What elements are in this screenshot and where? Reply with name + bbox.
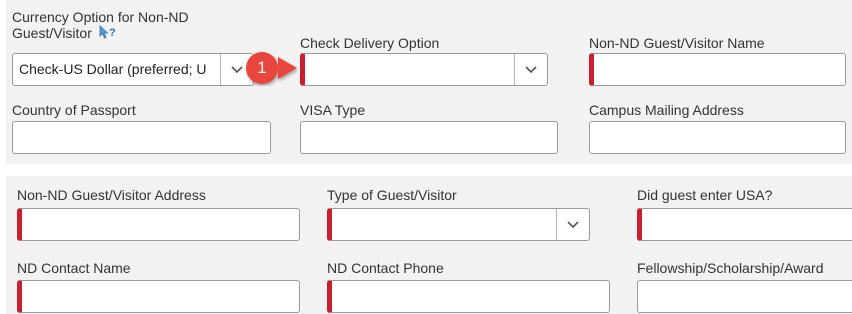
currency-option-label-line2: Guest/Visitor (12, 25, 92, 41)
callout-number: 1 (257, 58, 267, 77)
campus-mailing-label: Campus Mailing Address (589, 102, 744, 118)
guest-address-label: Non-ND Guest/Visitor Address (17, 187, 206, 203)
guest-type-label: Type of Guest/Visitor (327, 187, 457, 203)
contact-phone-input[interactable] (327, 280, 610, 313)
currency-option-select[interactable]: Check-US Dollar (preferred; U (12, 53, 254, 86)
chevron-down-icon[interactable] (514, 54, 547, 85)
check-delivery-label: Check Delivery Option (300, 35, 440, 51)
currency-option-label: Currency Option for Non-ND Guest/Visitor… (12, 9, 222, 42)
check-delivery-select[interactable] (300, 53, 548, 86)
guest-name-label: Non-ND Guest/Visitor Name (589, 35, 765, 51)
guest-type-select[interactable] (327, 208, 590, 241)
chevron-down-icon[interactable] (556, 209, 589, 240)
contact-name-input[interactable] (17, 280, 300, 313)
guest-name-input[interactable] (589, 53, 846, 86)
guest-address-input[interactable] (17, 208, 300, 241)
svg-text:?: ? (109, 27, 116, 39)
campus-mailing-input[interactable] (589, 121, 846, 154)
entered-usa-label: Did guest enter USA? (637, 187, 773, 203)
expense-form: Currency Option for Non-ND Guest/Visitor… (0, 0, 852, 314)
fellowship-input[interactable] (637, 280, 852, 313)
currency-option-value: Check-US Dollar (preferred; U (19, 61, 207, 77)
visa-type-label: VISA Type (300, 102, 366, 118)
country-passport-label: Country of Passport (12, 102, 136, 118)
contact-name-label: ND Contact Name (17, 260, 131, 276)
help-cursor-icon[interactable]: ? (99, 25, 119, 42)
country-passport-input[interactable] (12, 121, 271, 154)
entered-usa-select[interactable] (637, 208, 852, 241)
fellowship-label: Fellowship/Scholarship/Award (637, 260, 824, 276)
contact-phone-label: ND Contact Phone (327, 260, 444, 276)
step-callout: 1 (242, 48, 298, 86)
visa-type-input[interactable] (300, 121, 558, 154)
currency-option-label-line1: Currency Option for Non-ND (12, 9, 189, 25)
